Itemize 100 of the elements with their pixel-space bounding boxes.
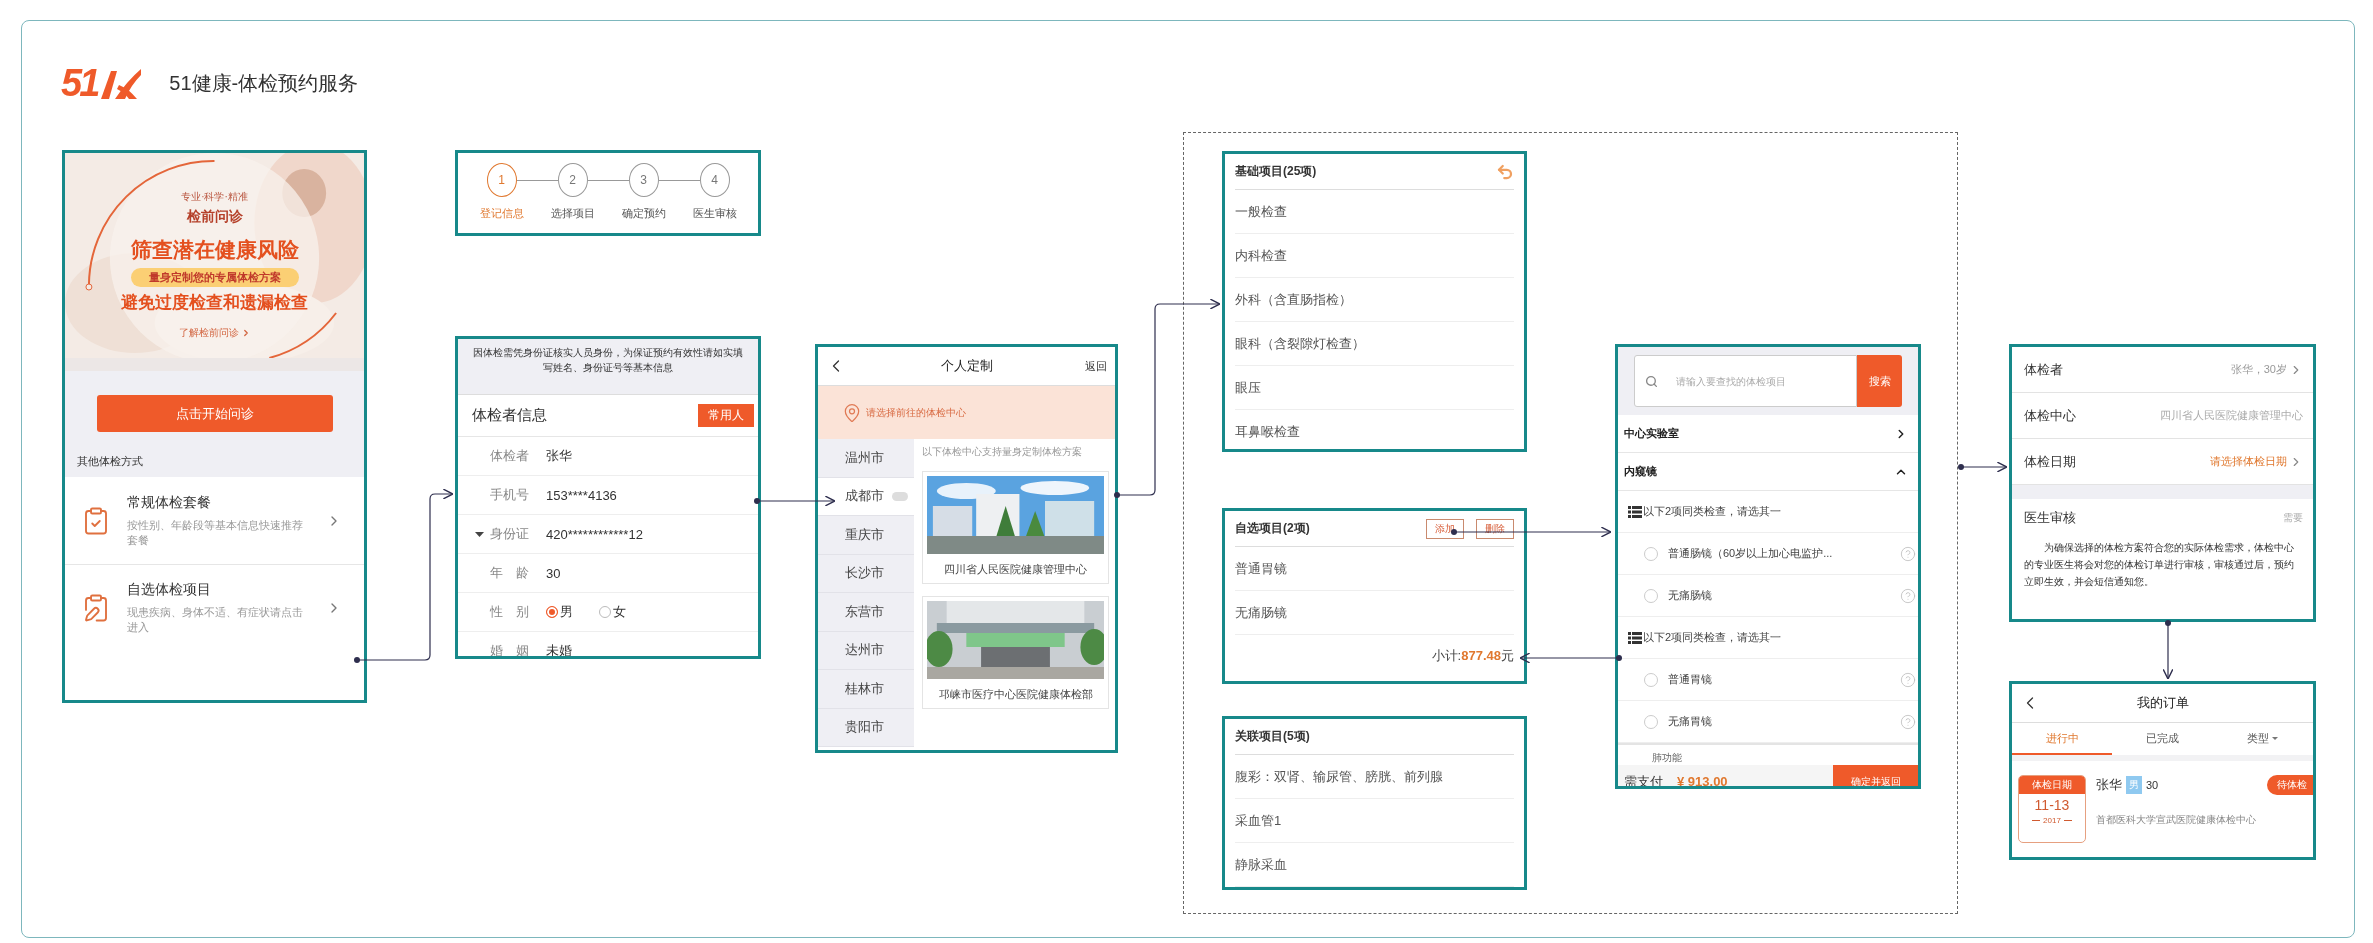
info-value: 需要: [2283, 511, 2303, 525]
step-label: 医生审核: [692, 206, 737, 221]
field-value: 张华: [546, 447, 572, 465]
step-label: 确定预约: [621, 206, 666, 221]
list-item: 耳鼻喉检查: [1235, 410, 1514, 449]
city-item[interactable]: 东营市: [818, 593, 914, 632]
radio-button[interactable]: [1644, 588, 1658, 603]
category-row[interactable]: 内窥镜: [1618, 453, 1918, 491]
list-item: 普通胃镜: [1235, 547, 1514, 591]
field-label: 手机号: [490, 486, 530, 504]
list-item: 一般检查: [1235, 190, 1514, 234]
info-label: 医生审核: [2024, 509, 2076, 527]
list-item: 外科（含直肠指检）: [1235, 278, 1514, 322]
option-label: 无痛肠镜: [1668, 588, 1713, 603]
option-row[interactable]: 自选体检项目 现患疾病、身体不适、有症状请点击进入: [65, 564, 364, 651]
list-title: 关联项目(5项): [1235, 728, 1310, 745]
city-badge: [892, 491, 908, 501]
page-title: 51健康-体检预约服务: [169, 71, 359, 96]
center-card[interactable]: 邛崃市医疗中心医院健康体检部: [922, 596, 1109, 709]
radio-option[interactable]: 男: [546, 603, 573, 621]
option-title: 自选体检项目: [127, 581, 212, 599]
section-title: 体检者信息: [472, 406, 547, 425]
learn-more-link[interactable]: 了解检前问诊: [178, 326, 251, 340]
field-value: 420************12: [546, 526, 643, 542]
category-row[interactable]: 中心实验室: [1618, 415, 1918, 453]
list-item: 眼科（含裂隙灯检查）: [1235, 322, 1514, 366]
city-item[interactable]: 贵阳市: [818, 708, 914, 747]
list-item: 采血管1: [1235, 799, 1514, 843]
connector-arrow: [1958, 461, 2008, 473]
return-link[interactable]: 返回: [1085, 358, 1107, 374]
info-label: 体检者: [2024, 360, 2063, 379]
center-name: 首都医科大学宣武医院健康体检中心: [2096, 813, 2257, 827]
gender-tag: 男: [2126, 776, 2142, 794]
field-label: 性 别: [490, 603, 530, 621]
option-label: 无痛胃镜: [1668, 714, 1713, 729]
search-icon: [1645, 374, 1658, 388]
field-value: 30: [546, 565, 561, 581]
city-item[interactable]: 桂林市: [818, 670, 914, 709]
list-icon: [1628, 505, 1642, 518]
option-label: 普通胃镜: [1668, 672, 1713, 687]
center-name: 邛崃市医疗中心医院健康体检部: [938, 687, 1093, 702]
city-item[interactable]: 长沙市: [818, 554, 914, 593]
total-amount: ¥ 913.00: [1677, 774, 1729, 786]
info-value: 张华，30岁: [2230, 362, 2287, 377]
list-item: 内科检查: [1235, 234, 1514, 278]
city-item[interactable]: 重庆市: [818, 516, 914, 555]
help-icon[interactable]: [1900, 545, 1916, 562]
list-title: 自选项目(2项): [1235, 520, 1310, 537]
help-icon[interactable]: [1900, 587, 1916, 604]
field-label: 身份证: [490, 525, 530, 543]
section-label: 其他体检方式: [77, 454, 143, 469]
center-card[interactable]: 四川省人民医院健康管理中心: [922, 471, 1109, 584]
option-description: 现患疾病、身体不适、有症状请点击进入: [127, 605, 304, 635]
group-heading: 以下2项同类检查，请选其一: [1643, 504, 1782, 519]
list-item: 静脉采血: [1235, 843, 1514, 887]
info-label: 体检中心: [2024, 406, 2076, 425]
radio-button[interactable]: [1644, 546, 1658, 561]
list-item: 无痛肠镜: [1235, 591, 1514, 635]
option-description: 按性别、年龄段等基本信息快速推荐套餐: [127, 517, 304, 548]
delete-button[interactable]: 删除: [1476, 518, 1514, 539]
option-row[interactable]: 常规体检套餐 按性别、年龄段等基本信息快速推荐套餐: [65, 477, 364, 564]
radio-button[interactable]: [1644, 672, 1658, 687]
patient-age: 30: [2146, 779, 2160, 791]
hero-heading: 检前问诊: [186, 208, 243, 226]
status-tag: 待体检: [2267, 775, 2313, 795]
search-field[interactable]: 请输入要查找的体检项目: [1674, 374, 1856, 388]
option-title: 常规体检套餐: [127, 493, 212, 512]
step-label: 登记信息: [479, 206, 524, 221]
tab[interactable]: 已完成: [2112, 723, 2213, 755]
logo: 51: [61, 62, 144, 105]
city-item[interactable]: 温州市: [818, 439, 914, 478]
option-label: 肺功能: [1652, 751, 1682, 765]
caret-down-icon[interactable]: [474, 531, 484, 537]
subtotal-text: 小计:877.48元: [1431, 647, 1514, 665]
hero-headline: 筛查潜在健康风险: [130, 237, 299, 263]
radio-option[interactable]: 女: [599, 603, 626, 621]
field-label: 年 龄: [490, 564, 530, 582]
list-item: 腹彩：双肾、输尿管、膀胱、前列腺: [1235, 755, 1514, 799]
tab[interactable]: 类型: [2212, 723, 2313, 755]
connector-arrow: [2162, 620, 2174, 680]
city-item[interactable]: 达州市: [818, 631, 914, 670]
location-pin-icon: [842, 402, 862, 423]
patient-name: 张华: [2096, 776, 2122, 794]
help-icon[interactable]: [1900, 671, 1916, 688]
center-name: 四川省人民医院健康管理中心: [944, 562, 1087, 577]
centers-hint: 以下体检中心支持量身定制体检方案: [922, 445, 1083, 459]
list-icon: [1628, 631, 1642, 644]
info-row[interactable]: 体检者 张华，30岁: [2012, 347, 2313, 393]
option-label: 普通肠镜（60岁以上加心电监护...: [1668, 546, 1834, 561]
hero-tagline: 专业·科学·精准: [181, 190, 248, 204]
undo-icon[interactable]: [1496, 162, 1514, 181]
group-heading: 以下2项同类检查，请选其一: [1643, 630, 1782, 645]
radio-button[interactable]: [1644, 714, 1658, 729]
hero-subline: 避免过度检查和遗漏检查: [121, 292, 308, 314]
info-label: 体检日期: [2024, 452, 2076, 471]
screen-title: 个人定制: [940, 357, 993, 375]
help-icon[interactable]: [1900, 713, 1916, 730]
step-label: 选择项目: [550, 206, 595, 221]
list-item: 眼压: [1235, 366, 1514, 410]
notice-text: 因体检需凭身份证核实人员身份，为保证预约有效性请如实填写姓名、身份证号等基本信息: [458, 339, 758, 395]
